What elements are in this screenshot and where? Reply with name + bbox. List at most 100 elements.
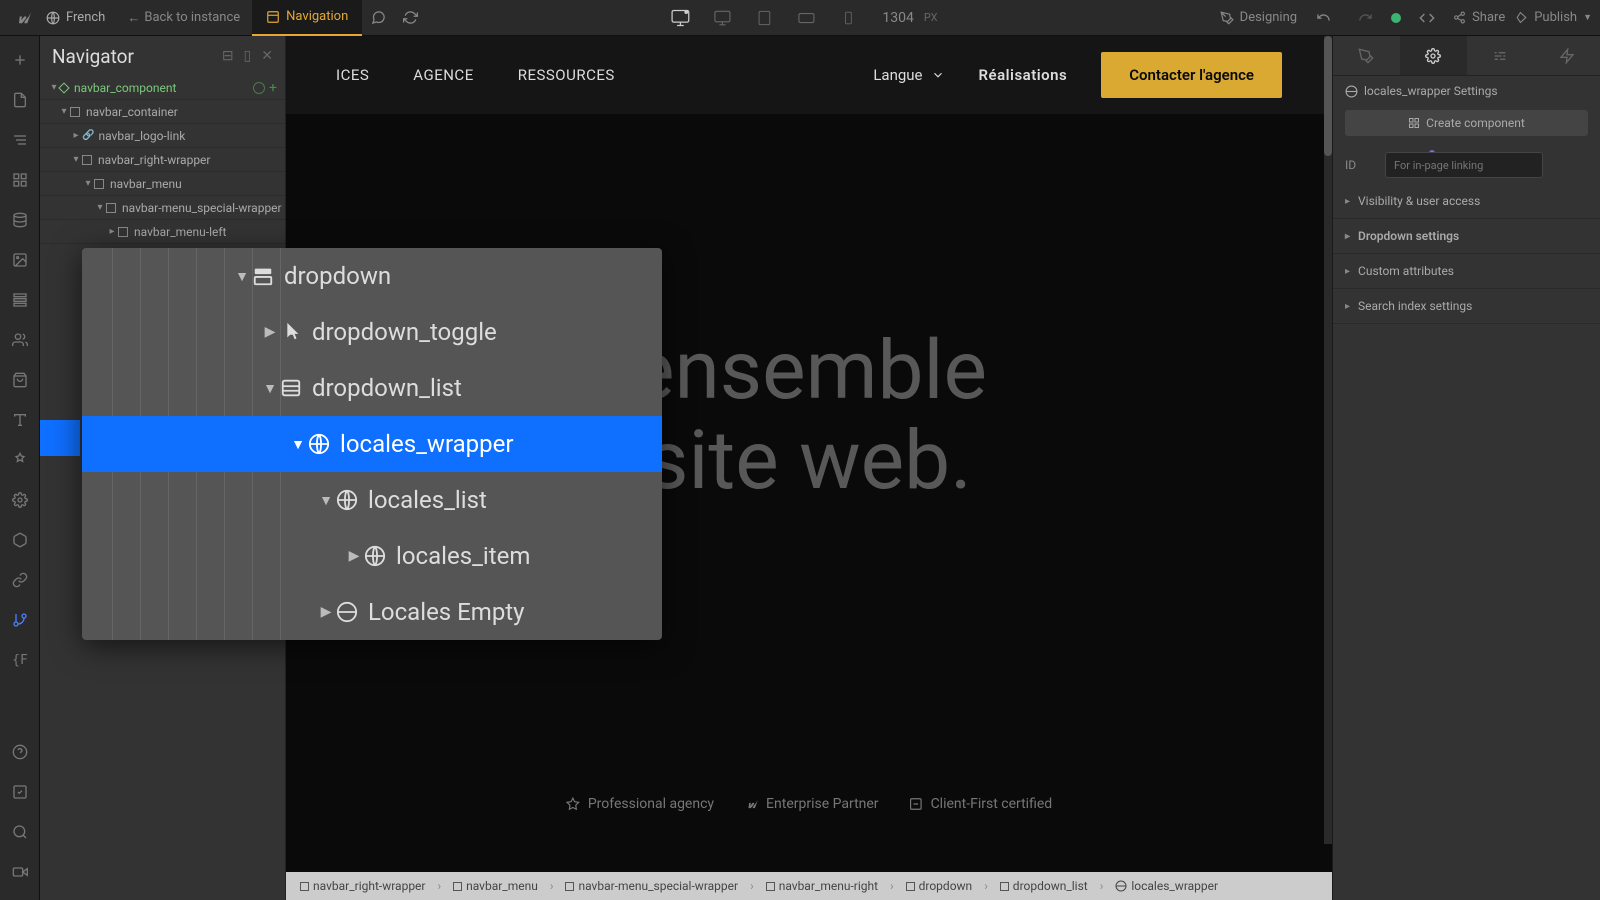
undo-icon[interactable] — [1307, 2, 1339, 34]
link-icon[interactable] — [0, 560, 40, 600]
breadcrumb-item[interactable]: navbar_menu-right — [760, 877, 884, 895]
tree-node[interactable]: ▸ navbar_menu-left — [40, 220, 285, 244]
breakpoint-controls: 1304 PX — [662, 0, 937, 36]
breadcrumb-item[interactable]: dropdown — [900, 877, 979, 895]
component-add-icon[interactable]: + — [269, 80, 277, 96]
navigation-tab[interactable]: Navigation — [252, 0, 362, 36]
tablet-breakpoint-icon[interactable] — [746, 0, 782, 36]
arrow-left-icon: ← — [127, 10, 140, 26]
webflow-logo-icon[interactable] — [8, 4, 36, 32]
style-manager-tab[interactable] — [1467, 36, 1534, 75]
pin-icon[interactable]: ▯ — [244, 48, 252, 64]
breadcrumb-item[interactable]: locales_wrapper — [1109, 877, 1224, 895]
tree-node[interactable]: ▸ 🔗 navbar_logo-link — [40, 124, 285, 148]
cta-button[interactable]: Contacter l'agence — [1101, 52, 1282, 98]
language-selector[interactable]: French — [36, 10, 115, 25]
tree-node-dropdown[interactable]: ▼ dropdown — [82, 248, 662, 304]
close-panel-icon[interactable]: ✕ — [261, 48, 273, 64]
settings-icon[interactable] — [0, 480, 40, 520]
tree-node[interactable]: ▾ navbar-menu_special-wrapper — [40, 196, 285, 220]
id-input[interactable] — [1385, 152, 1543, 178]
collapse-icon[interactable]: ⊟ — [222, 48, 234, 64]
redo-icon[interactable] — [1349, 2, 1381, 34]
visibility-section[interactable]: ▸ Visibility & user access — [1333, 184, 1600, 219]
search-index-section[interactable]: ▸ Search index settings — [1333, 289, 1600, 324]
pages-icon[interactable] — [0, 80, 40, 120]
apps-icon[interactable] — [0, 440, 40, 480]
finsweet-icon[interactable]: {F — [0, 640, 40, 680]
assets-icon[interactable] — [0, 240, 40, 280]
search-icon[interactable] — [0, 812, 40, 852]
div-icon — [106, 203, 116, 213]
publish-button[interactable]: Publish ▼ — [1515, 10, 1592, 25]
language-label: French — [66, 10, 105, 25]
ecommerce-icon[interactable] — [0, 360, 40, 400]
code-icon[interactable] — [1411, 2, 1443, 34]
variables-icon[interactable] — [0, 200, 40, 240]
globe-outline-icon — [336, 601, 358, 623]
help-icon[interactable] — [0, 732, 40, 772]
navigator-icon[interactable] — [0, 120, 40, 160]
tree-node-locales-list[interactable]: ▼ locales_list — [82, 472, 662, 528]
components-icon[interactable] — [0, 160, 40, 200]
tree-node-locales-empty[interactable]: ▶ Locales Empty — [82, 584, 662, 640]
breadcrumb-item[interactable]: navbar-menu_special-wrapper — [559, 877, 744, 895]
top-right-group: Designing Share Publish ▼ — [1220, 2, 1592, 34]
share-button[interactable]: Share — [1453, 10, 1505, 25]
nav-item[interactable]: AGENCE — [413, 66, 473, 84]
share-label: Share — [1472, 10, 1505, 25]
settings-tab[interactable] — [1400, 36, 1467, 75]
tree-node[interactable]: ▾ navbar_menu — [40, 172, 285, 196]
phone-breakpoint-icon[interactable] — [830, 0, 866, 36]
badge-clientfirst: Client-First certified — [909, 796, 1053, 812]
add-element-icon[interactable] — [0, 40, 40, 80]
nav-item[interactable]: ICES — [336, 66, 369, 84]
breadcrumb-item[interactable]: navbar_right-wrapper — [294, 877, 431, 895]
tree-node[interactable]: ▾ navbar_right-wrapper — [40, 148, 285, 172]
desktop-breakpoint-icon[interactable] — [662, 0, 698, 36]
tree-node[interactable]: ▾ navbar_container — [40, 100, 285, 124]
branch-icon[interactable] — [0, 600, 40, 640]
tree-node-locales-item[interactable]: ▶ locales_item — [82, 528, 662, 584]
users-icon[interactable] — [0, 320, 40, 360]
create-component-button[interactable]: Create component — [1345, 110, 1588, 136]
langue-label: Langue — [873, 66, 922, 84]
back-to-instance-link[interactable]: ← Back to instance — [115, 0, 252, 36]
audit-icon[interactable] — [0, 772, 40, 812]
canvas-scrollbar[interactable] — [1324, 36, 1332, 844]
box-icon[interactable] — [0, 520, 40, 560]
designing-mode-toggle[interactable]: Designing — [1220, 10, 1297, 25]
logic-icon[interactable] — [0, 400, 40, 440]
div-icon — [565, 882, 574, 891]
custom-attributes-section[interactable]: ▸ Custom attributes — [1333, 254, 1600, 289]
dropdown-settings-section[interactable]: ▸ Dropdown settings — [1333, 219, 1600, 254]
breadcrumb-item[interactable]: navbar_menu — [447, 877, 544, 895]
dropdown-icon — [252, 265, 274, 287]
navigator-header: Navigator ⊟ ▯ ✕ — [40, 36, 285, 76]
video-icon[interactable] — [0, 852, 40, 892]
language-dropdown[interactable]: Langue — [873, 66, 944, 84]
badge-professional: Professional agency — [566, 796, 714, 812]
tree-node-dropdown-list[interactable]: ▼ dropdown_list — [82, 360, 662, 416]
breadcrumb-bar: navbar_right-wrapper › navbar_menu › nav… — [286, 872, 1332, 900]
id-label: ID — [1345, 158, 1375, 172]
navigator-zoom-popover: ▼ dropdown ▶ dropdown_toggle ▼ dropdown_… — [82, 248, 662, 640]
comment-icon[interactable] — [362, 2, 394, 34]
laptop-breakpoint-icon[interactable] — [704, 0, 740, 36]
tree-node-component[interactable]: ▾ navbar_component + — [40, 76, 285, 100]
div-icon — [118, 227, 128, 237]
nav-item[interactable]: RESSOURCES — [518, 66, 615, 84]
cms-icon[interactable] — [0, 280, 40, 320]
interactions-tab[interactable] — [1533, 36, 1600, 75]
refresh-icon[interactable] — [394, 2, 426, 34]
phone-landscape-breakpoint-icon[interactable] — [788, 0, 824, 36]
tree-node-locales-wrapper[interactable]: ▼ locales_wrapper — [82, 416, 662, 472]
designing-label: Designing — [1240, 10, 1297, 25]
style-tab[interactable] — [1333, 36, 1400, 75]
component-edit-icon[interactable] — [253, 82, 265, 94]
breadcrumb-item[interactable]: dropdown_list — [994, 877, 1094, 895]
realisations-link[interactable]: Réalisations — [979, 66, 1068, 84]
site-nav-left: ICES AGENCE RESSOURCES — [336, 66, 615, 84]
tree-node-dropdown-toggle[interactable]: ▶ dropdown_toggle — [82, 304, 662, 360]
canvas-width-value[interactable]: 1304 — [882, 10, 913, 26]
